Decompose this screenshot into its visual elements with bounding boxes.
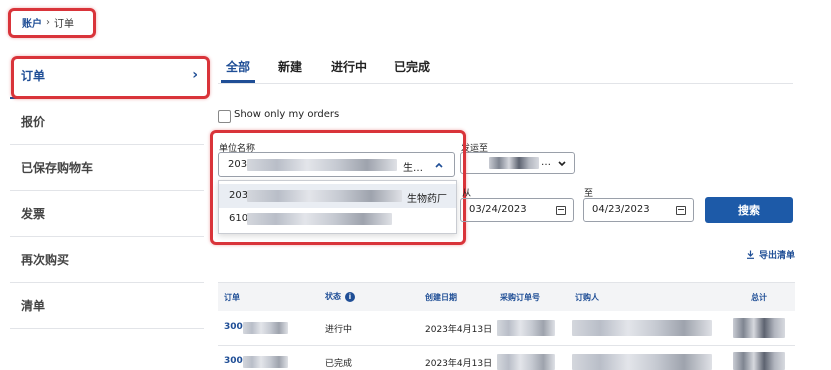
redacted-total: [733, 352, 785, 370]
ship-to-select[interactable]: …: [460, 152, 575, 174]
col-header-status-label[interactable]: 状态: [325, 292, 341, 301]
info-icon[interactable]: i: [345, 291, 355, 302]
highlight-box-orders: [11, 56, 210, 99]
search-button[interactable]: 搜索: [705, 197, 793, 223]
sidebar-item-label: 清单: [21, 299, 46, 313]
order-created-date: 2023年4月13日: [425, 359, 493, 369]
redacted-orderer: [572, 354, 712, 370]
col-header-status: 状态 i: [325, 291, 355, 302]
order-created-date: 2023年4月13日: [425, 325, 493, 335]
sidebar-item-buy-again[interactable]: 再次购买: [10, 237, 204, 283]
col-header-ordered-by[interactable]: 订购人: [575, 292, 599, 303]
highlight-box-breadcrumb: [8, 8, 96, 38]
order-number-link[interactable]: 300: [224, 322, 243, 332]
redacted-order-number: [243, 356, 288, 368]
redacted-po-number: [497, 320, 555, 336]
show-only-my-orders-label: Show only my orders: [234, 109, 340, 120]
col-header-po-number[interactable]: 采购订单号: [500, 292, 540, 303]
sidebar-item-label: 报价: [21, 115, 46, 129]
sidebar-item-saved-carts[interactable]: 已保存购物车: [10, 145, 204, 191]
col-header-total[interactable]: 总计: [751, 292, 767, 303]
sidebar-item-quotes[interactable]: 报价: [10, 99, 204, 145]
sidebar-item-label: 再次购买: [21, 253, 70, 267]
sidebar-item-label: 已保存购物车: [21, 161, 94, 175]
order-status: 进行中: [325, 325, 353, 335]
tab-all[interactable]: 全部: [226, 58, 250, 75]
redacted-po-number: [497, 354, 555, 370]
redacted-orderer: [572, 320, 712, 336]
orders-table-header: 订单 状态 i 创建日期 采购订单号 订购人 总计: [218, 282, 795, 311]
from-date-value: 03/24/2023: [469, 204, 527, 215]
tab-in-progress[interactable]: 进行中: [331, 58, 367, 75]
redacted-order-number: [243, 322, 288, 334]
export-list-label: 导出清单: [759, 251, 796, 261]
chevron-down-icon: [558, 161, 566, 167]
row-divider: [218, 345, 795, 346]
download-icon: [747, 250, 754, 259]
tab-new[interactable]: 新建: [278, 58, 302, 75]
tab-divider: [218, 83, 793, 84]
export-list-link[interactable]: 导出清单: [746, 248, 795, 261]
calendar-icon[interactable]: [556, 206, 566, 215]
sidebar-item-invoices[interactable]: 发票: [10, 191, 204, 237]
ship-to-ellipsis: …: [541, 157, 551, 168]
calendar-icon[interactable]: [676, 206, 686, 215]
order-number-link[interactable]: 300: [224, 356, 243, 366]
tab-completed[interactable]: 已完成: [394, 58, 430, 75]
to-date-input[interactable]: 04/23/2023: [583, 198, 694, 222]
redacted-ship-to: [489, 157, 539, 169]
from-date-input[interactable]: 03/24/2023: [460, 198, 574, 222]
show-only-my-orders-checkbox[interactable]: [218, 110, 231, 123]
col-header-order[interactable]: 订单: [224, 292, 240, 303]
to-date-value: 04/23/2023: [592, 204, 650, 215]
order-status: 已完成: [325, 359, 353, 369]
highlight-box-unit-dropdown: [210, 130, 466, 245]
sidebar-item-lists[interactable]: 清单: [10, 283, 204, 329]
sidebar-item-label: 发票: [21, 207, 46, 221]
redacted-total: [733, 318, 785, 338]
col-header-created-date[interactable]: 创建日期: [425, 292, 457, 303]
